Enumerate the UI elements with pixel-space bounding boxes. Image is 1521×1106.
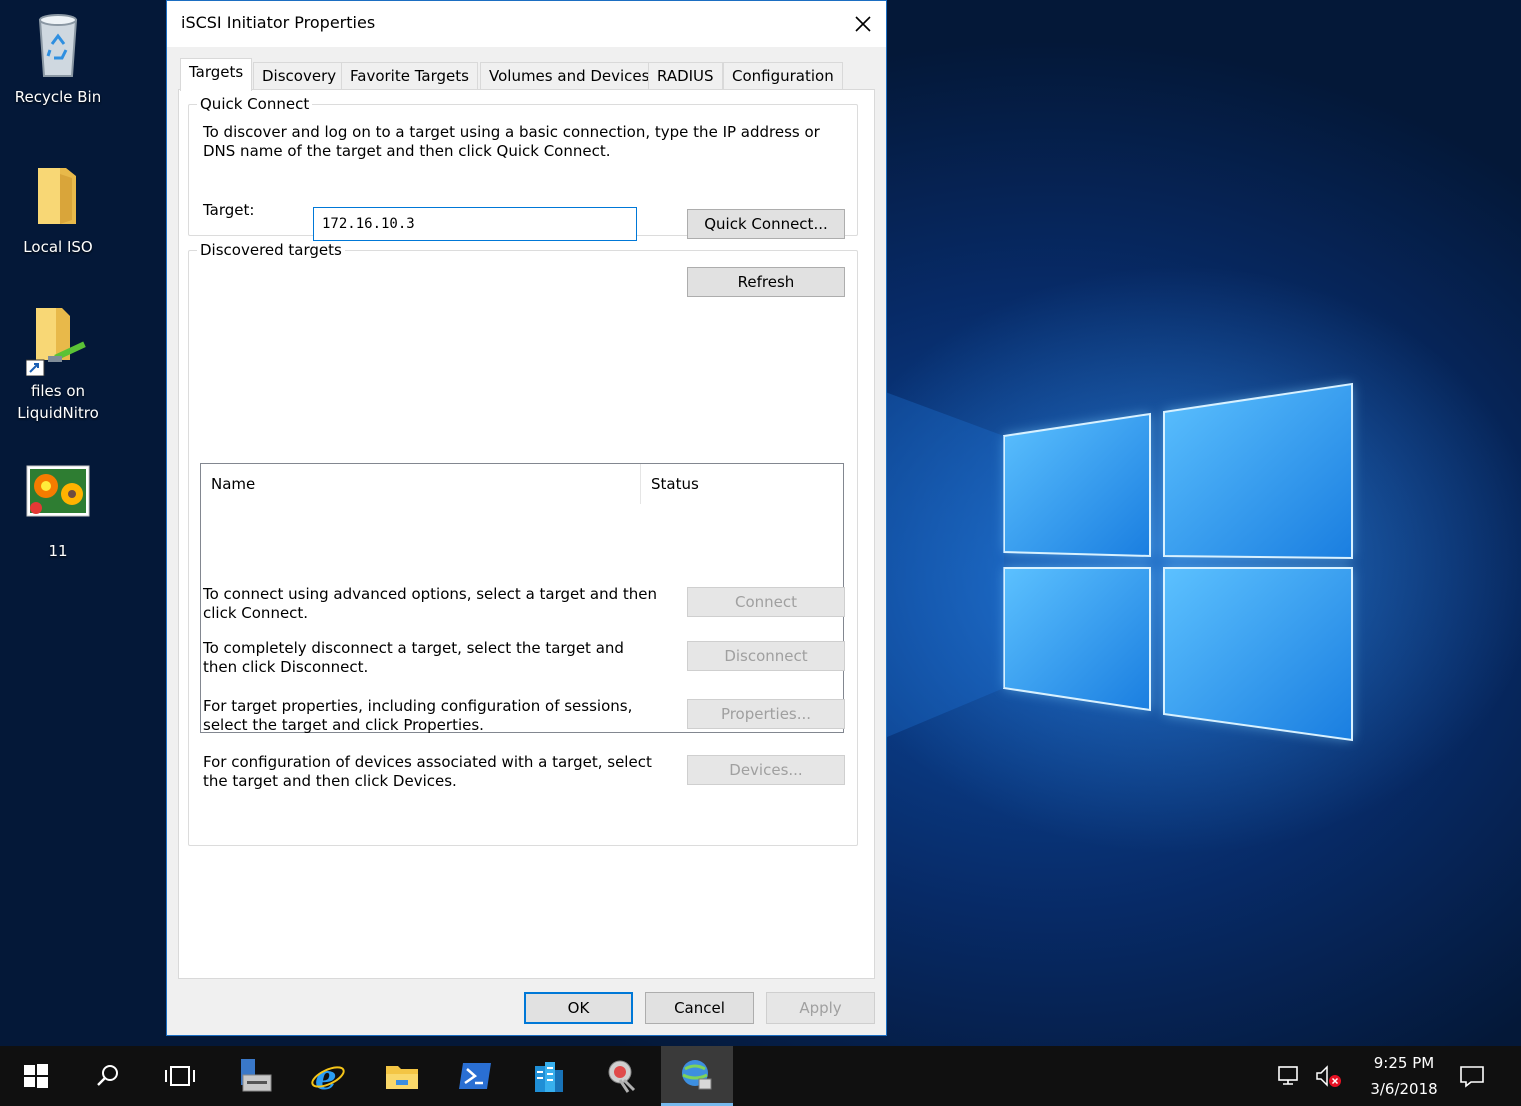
- desktop-icon-label: files on LiquidNitro: [17, 382, 99, 422]
- desktop-icon-local-iso[interactable]: Local ISO: [3, 160, 113, 258]
- notification-icon: [1460, 1066, 1484, 1088]
- clock-date: 3/6/2018: [1370, 1080, 1438, 1098]
- connect-button[interactable]: Connect: [687, 587, 845, 617]
- iscsi-initiator-icon: [682, 1059, 712, 1089]
- task-view-icon: [165, 1066, 195, 1086]
- powershell-icon: [459, 1063, 491, 1089]
- desktop-icon-label: Recycle Bin: [14, 88, 102, 106]
- refresh-button[interactable]: Refresh: [687, 267, 845, 297]
- action-center-button[interactable]: [1440, 1046, 1504, 1106]
- volume-button[interactable]: [1308, 1046, 1348, 1106]
- server-tools-button[interactable]: [513, 1046, 585, 1106]
- image-file-icon: [26, 464, 90, 536]
- recycle-bin-icon: [26, 10, 90, 82]
- quick-connect-group: Quick Connect To discover and log on to …: [188, 95, 858, 241]
- tab-radius[interactable]: RADIUS: [648, 62, 723, 90]
- dialog-title: iSCSI Initiator Properties: [181, 13, 376, 32]
- quick-connect-label: Quick Connect: [197, 95, 313, 113]
- desktop-icon-recycle-bin[interactable]: Recycle Bin: [3, 10, 113, 108]
- target-label: Target:: [203, 201, 255, 219]
- desktop-icon-label: 11: [48, 542, 68, 560]
- network-folder-shortcut-icon: [25, 304, 90, 377]
- disconnect-button[interactable]: Disconnect: [687, 641, 845, 671]
- start-icon: [24, 1064, 48, 1088]
- file-explorer-button[interactable]: [366, 1046, 438, 1106]
- ok-button[interactable]: OK: [524, 992, 633, 1024]
- volume-muted-icon: [1316, 1065, 1341, 1087]
- server-manager-icon: [241, 1059, 272, 1092]
- column-header-name[interactable]: Name: [201, 464, 641, 504]
- network-icon: [1278, 1066, 1298, 1085]
- desktop-icon-11[interactable]: 11: [3, 464, 113, 562]
- desktop-icon-label: Local ISO: [23, 238, 93, 256]
- internet-explorer-button[interactable]: e: [292, 1046, 364, 1106]
- file-explorer-icon: [386, 1066, 418, 1089]
- network-tools-icon: [608, 1060, 636, 1093]
- cancel-button[interactable]: Cancel: [645, 992, 754, 1024]
- clock-time: 9:25 PM: [1373, 1054, 1435, 1072]
- discovered-targets-label: Discovered targets: [197, 241, 345, 259]
- title-bar[interactable]: iSCSI Initiator Properties: [167, 1, 886, 47]
- tab-favorite-targets[interactable]: Favorite Targets: [341, 62, 478, 90]
- task-view-button[interactable]: [144, 1046, 216, 1106]
- tab-discovery[interactable]: Discovery: [253, 62, 346, 90]
- desktop-icon-files-on-liquidnitro[interactable]: files on LiquidNitro: [3, 304, 113, 424]
- network-status-button[interactable]: [1268, 1046, 1312, 1106]
- powershell-button[interactable]: [439, 1046, 511, 1106]
- quick-connect-description: To discover and log on to a target using…: [203, 123, 820, 160]
- devices-description: For configuration of devices associated …: [203, 753, 652, 790]
- system-clock[interactable]: 9:25 PM 3/6/2018: [1359, 1050, 1449, 1102]
- svg-text:e: e: [315, 1058, 337, 1095]
- iscsi-initiator-properties-dialog: iSCSI Initiator Properties Targets Disco…: [166, 0, 887, 1036]
- tab-targets[interactable]: Targets: [180, 58, 253, 91]
- close-button[interactable]: [840, 1, 886, 47]
- iscsi-initiator-taskbar-button[interactable]: [661, 1046, 733, 1106]
- target-input[interactable]: [313, 207, 637, 241]
- discovered-targets-group: Discovered targets Refresh Name Status T…: [188, 241, 858, 846]
- close-icon: [855, 16, 871, 32]
- quick-connect-button[interactable]: Quick Connect...: [687, 209, 845, 239]
- apply-button[interactable]: Apply: [766, 992, 875, 1024]
- properties-description: For target properties, including configu…: [203, 697, 633, 734]
- start-button[interactable]: [0, 1046, 72, 1106]
- column-header-status[interactable]: Status: [641, 464, 841, 504]
- network-tools-button[interactable]: [586, 1046, 658, 1106]
- connect-description: To connect using advanced options, selec…: [203, 585, 658, 622]
- devices-button[interactable]: Devices...: [687, 755, 845, 785]
- tab-configuration[interactable]: Configuration: [723, 62, 843, 90]
- internet-explorer-icon: e: [311, 1058, 345, 1095]
- folder-icon: [26, 160, 90, 232]
- search-button[interactable]: [72, 1046, 144, 1106]
- tab-volumes-and-devices[interactable]: Volumes and Devices: [480, 62, 659, 90]
- server-tools-icon: [535, 1062, 563, 1092]
- disconnect-description: To completely disconnect a target, selec…: [203, 639, 624, 676]
- search-icon: [97, 1065, 118, 1086]
- taskbar: e 9:25 PM 3/6/2018: [0, 1046, 1521, 1106]
- server-manager-button[interactable]: [220, 1046, 292, 1106]
- targets-tab-panel: Quick Connect To discover and log on to …: [178, 89, 875, 979]
- properties-button[interactable]: Properties...: [687, 699, 845, 729]
- windows-logo-wallpaper: [880, 382, 1353, 742]
